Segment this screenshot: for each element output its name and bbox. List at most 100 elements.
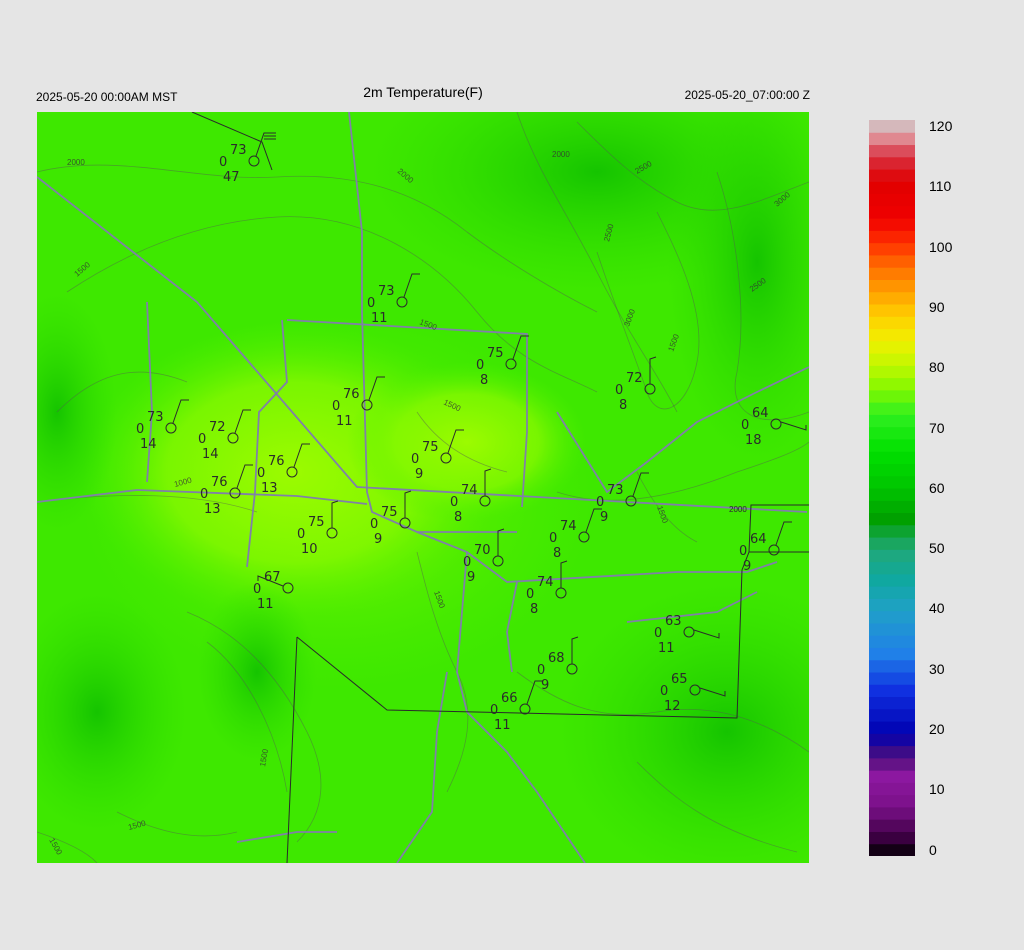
station-dewpoint: 0 (200, 487, 208, 502)
colorbar-band (869, 475, 915, 489)
station-dewpoint: 0 (476, 358, 484, 373)
station-dewpoint: 0 (257, 466, 265, 481)
station-visibility: 8 (553, 546, 561, 561)
station-dewpoint: 0 (219, 155, 227, 170)
colorbar-band (869, 144, 915, 158)
station-temperature: 64 (750, 532, 767, 547)
colorbar-band (869, 672, 915, 685)
station-dewpoint: 0 (367, 296, 375, 311)
station-temperature: 75 (381, 505, 398, 520)
colorbar-band (869, 549, 915, 563)
colorbar-tick-label: 0 (929, 841, 937, 858)
station-visibility: 8 (454, 510, 462, 525)
station-dewpoint: 0 (739, 544, 747, 559)
colorbar-tick-label: 90 (929, 298, 945, 315)
station-dewpoint: 0 (463, 555, 471, 570)
station-dewpoint: 0 (136, 422, 144, 437)
station-temperature: 70 (474, 543, 491, 558)
colorbar-band (869, 267, 915, 280)
colorbar-tick-label: 60 (929, 479, 945, 496)
station-temperature: 74 (537, 575, 554, 590)
colorbar-band (869, 573, 915, 587)
colorbar-tick-label: 40 (929, 600, 945, 617)
station-dewpoint: 0 (297, 527, 305, 542)
station-visibility: 9 (743, 559, 751, 574)
colorbar-band (869, 438, 915, 452)
station-temperature: 74 (560, 519, 577, 534)
station-dewpoint: 0 (615, 383, 623, 398)
station-temperature: 64 (752, 406, 769, 421)
station-dewpoint: 0 (198, 432, 206, 447)
station-temperature: 65 (671, 672, 688, 687)
station-temperature: 73 (607, 483, 624, 498)
colorbar-band (869, 426, 915, 440)
station-temperature: 76 (211, 475, 228, 490)
colorbar-band (869, 561, 915, 575)
colorbar-tick-label: 70 (929, 419, 945, 436)
colorbar-band (869, 794, 915, 808)
station-dewpoint: 0 (741, 418, 749, 433)
station-visibility: 47 (223, 170, 240, 185)
colorbar-band (869, 389, 915, 403)
colorbar-band (869, 402, 915, 415)
colorbar-band (869, 488, 915, 501)
station-dewpoint: 0 (332, 399, 340, 414)
colorbar-band (869, 414, 915, 428)
colorbar-band (869, 745, 915, 759)
colorbar-band (869, 610, 915, 624)
contour-label: 2000 (729, 505, 747, 514)
station-visibility: 11 (257, 597, 274, 612)
colorbar-band (869, 635, 915, 648)
station-dewpoint: 0 (253, 582, 261, 597)
colorbar-band (869, 770, 915, 783)
station-visibility: 11 (336, 414, 353, 429)
station-visibility: 9 (467, 570, 475, 585)
station-visibility: 8 (530, 602, 538, 617)
colorbar-band (869, 120, 915, 133)
station-dewpoint: 0 (411, 452, 419, 467)
station-dewpoint: 0 (596, 495, 604, 510)
contour-label: 2000 (552, 150, 570, 159)
colorbar-tick-label: 110 (929, 178, 952, 195)
colorbar-band (869, 242, 915, 256)
colorbar-band (869, 733, 915, 747)
colorbar-tick-label: 50 (929, 540, 945, 557)
colorbar-band (869, 806, 915, 820)
colorbar-tick-label: 10 (929, 781, 945, 798)
station-visibility: 9 (541, 678, 549, 693)
colorbar-tick-label: 120 (929, 118, 953, 134)
colorbar-tick-label: 20 (929, 721, 945, 737)
station-temperature: 75 (487, 346, 504, 361)
colorbar-band (869, 328, 915, 342)
colorbar-band (869, 537, 915, 550)
station-visibility: 11 (371, 311, 388, 326)
station-dewpoint: 0 (654, 626, 662, 641)
colorbar-band (869, 622, 915, 636)
colorbar-band (869, 340, 915, 354)
station-temperature: 72 (626, 371, 643, 386)
colorbar-band (869, 708, 915, 722)
station-dewpoint: 0 (549, 531, 557, 546)
station-visibility: 8 (619, 398, 627, 413)
station-temperature: 74 (461, 483, 478, 498)
colorbar-band (869, 365, 915, 379)
colorbar-tick-label: 80 (929, 359, 945, 376)
colorbar-band (869, 205, 915, 219)
colorbar-band (869, 193, 915, 207)
colorbar-band (869, 279, 915, 293)
station-temperature: 63 (665, 614, 682, 629)
station-visibility: 11 (494, 718, 511, 733)
station-visibility: 9 (374, 532, 382, 547)
station-temperature: 75 (308, 515, 325, 530)
station-visibility: 14 (140, 437, 157, 452)
colorbar-band (869, 451, 915, 464)
colorbar-band (869, 721, 915, 734)
station-temperature: 73 (147, 410, 164, 425)
station-visibility: 13 (261, 481, 278, 496)
colorbar-band (869, 230, 915, 244)
colorbar-band (869, 819, 915, 832)
station-visibility: 18 (745, 433, 762, 448)
colorbar-band (869, 586, 915, 599)
station-temperature: 68 (548, 651, 565, 666)
colorbar-band (869, 316, 915, 330)
